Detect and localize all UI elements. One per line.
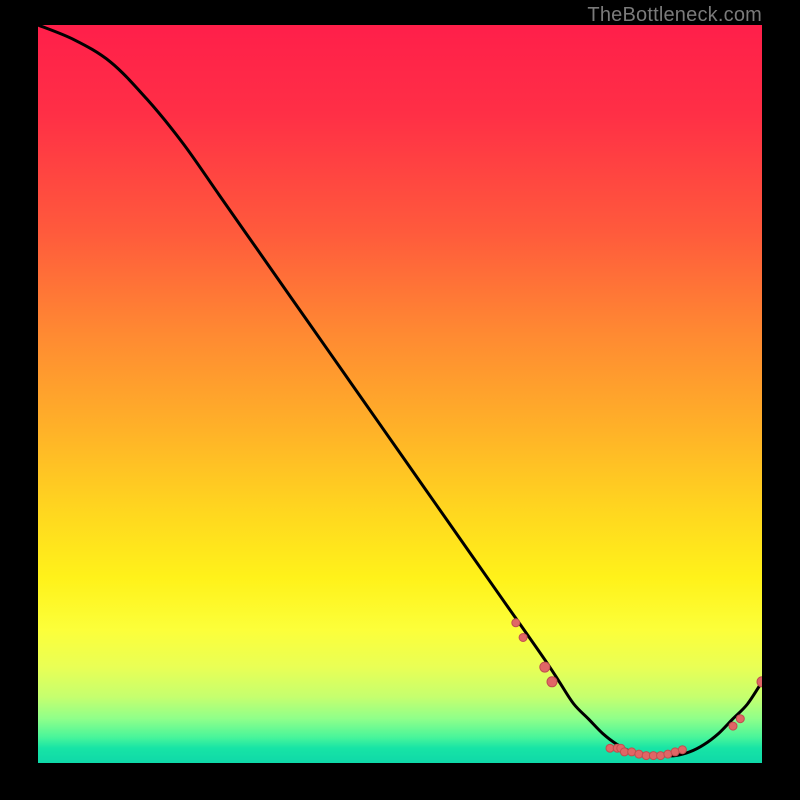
chart-stage: TheBottleneck.com	[0, 0, 800, 800]
watermark-text: TheBottleneck.com	[587, 4, 762, 27]
chart-background-gradient	[38, 25, 762, 763]
